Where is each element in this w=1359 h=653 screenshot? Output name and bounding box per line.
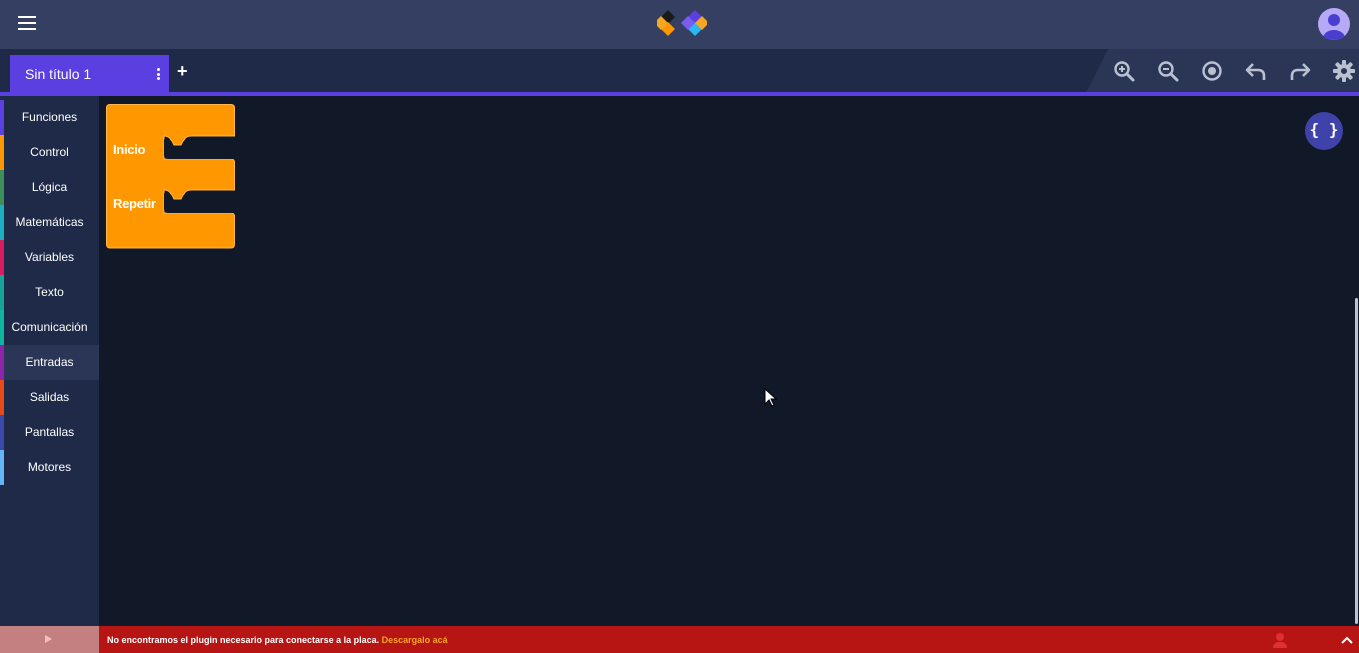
block-input-inicio: Inicio bbox=[113, 142, 146, 157]
plugin-warning: No encontramos el plugin necesario para … bbox=[107, 635, 448, 645]
category-label: Matemáticas bbox=[15, 215, 84, 229]
category-label: Motores bbox=[27, 460, 72, 474]
category-entradas[interactable]: Entradas bbox=[0, 345, 99, 380]
top-bar bbox=[0, 0, 1359, 49]
category-color-bar bbox=[0, 240, 4, 275]
download-link[interactable]: Descargalo acá bbox=[382, 635, 448, 645]
category-color-bar bbox=[0, 170, 4, 205]
category-color-bar bbox=[0, 135, 4, 170]
tab-sin-titulo-1[interactable]: Sin título 1 bbox=[10, 55, 169, 93]
blocks-workspace[interactable] bbox=[99, 96, 1359, 626]
category-color-bar bbox=[0, 100, 4, 135]
hamburger-icon[interactable] bbox=[18, 16, 36, 30]
category-control[interactable]: Control bbox=[0, 135, 99, 170]
category-color-bar bbox=[0, 450, 4, 485]
category-color-bar bbox=[0, 345, 4, 380]
user-avatar-icon[interactable] bbox=[1318, 8, 1350, 40]
tab-label: Sin título 1 bbox=[25, 66, 92, 82]
category-label: Funciones bbox=[21, 110, 78, 124]
category-motores[interactable]: Motores bbox=[0, 450, 99, 485]
block-input-repetir: Repetir bbox=[113, 196, 156, 211]
code-view-button[interactable]: { } bbox=[1305, 112, 1343, 150]
add-tab-button[interactable]: + bbox=[177, 62, 188, 80]
workspace-scrollbar[interactable] bbox=[1355, 298, 1358, 624]
gear-icon[interactable] bbox=[1332, 59, 1356, 83]
mouse-cursor-icon bbox=[764, 388, 778, 407]
chevron-up-icon[interactable] bbox=[1340, 634, 1354, 646]
status-footer: No encontramos el plugin necesario para … bbox=[0, 626, 1359, 653]
redo-icon[interactable] bbox=[1288, 59, 1312, 83]
play-icon bbox=[45, 635, 52, 643]
category-label: Entradas bbox=[25, 355, 74, 369]
category-comunicacion[interactable]: Comunicación bbox=[0, 310, 99, 345]
category-label: Lógica bbox=[31, 180, 68, 194]
category-matematicas[interactable]: Matemáticas bbox=[0, 205, 99, 240]
category-label: Variables bbox=[24, 250, 75, 264]
category-label: Control bbox=[30, 145, 69, 159]
category-logica[interactable]: Lógica bbox=[0, 170, 99, 205]
user-status-icon bbox=[1273, 633, 1287, 648]
more-vertical-icon[interactable] bbox=[157, 68, 161, 80]
center-icon[interactable] bbox=[1200, 59, 1224, 83]
plugin-warning-text: No encontramos el plugin necesario para … bbox=[107, 635, 380, 645]
toolbar bbox=[1086, 49, 1359, 93]
upload-button[interactable] bbox=[0, 626, 99, 653]
category-label: Texto bbox=[35, 285, 64, 299]
category-texto[interactable]: Texto bbox=[0, 275, 99, 310]
category-variables[interactable]: Variables bbox=[0, 240, 99, 275]
program-block[interactable]: Inicio Repetir bbox=[106, 104, 237, 250]
undo-icon[interactable] bbox=[1244, 59, 1268, 83]
category-label: Comunicación bbox=[11, 320, 88, 334]
category-label: Pantallas bbox=[24, 425, 75, 439]
category-label: Salidas bbox=[29, 390, 70, 404]
category-color-bar bbox=[0, 380, 4, 415]
zoom-in-icon[interactable] bbox=[1112, 59, 1136, 83]
category-salidas[interactable]: Salidas bbox=[0, 380, 99, 415]
program-block-shape bbox=[106, 104, 235, 249]
category-funciones[interactable]: Funciones bbox=[0, 100, 99, 135]
diamond-logo-icon bbox=[657, 10, 707, 36]
category-color-bar bbox=[0, 205, 4, 240]
category-pantallas[interactable]: Pantallas bbox=[0, 415, 99, 450]
category-color-bar bbox=[0, 415, 4, 450]
zoom-out-icon[interactable] bbox=[1156, 59, 1180, 83]
category-color-bar bbox=[0, 310, 4, 345]
category-color-bar bbox=[0, 275, 4, 310]
category-sidebar: Funciones Control Lógica Matemáticas Var… bbox=[0, 96, 99, 626]
